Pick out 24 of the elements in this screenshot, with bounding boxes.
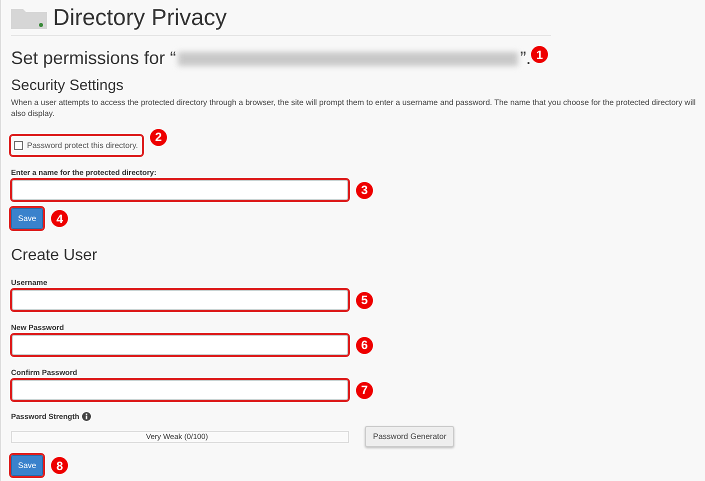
- permissions-heading-end: ”.: [520, 48, 532, 69]
- callout-badge: 1: [531, 46, 548, 63]
- input-field[interactable]: [12, 335, 348, 355]
- input-field[interactable]: [12, 380, 348, 400]
- password-generator-button[interactable]: Password Generator: [365, 426, 454, 447]
- callout-badge: 7: [356, 382, 373, 398]
- callout-badge: 4: [51, 210, 68, 227]
- section-heading: Security Settings: [11, 77, 125, 94]
- callout-badge: 2: [150, 128, 168, 146]
- permissions-heading: Set permissions for “: [11, 48, 176, 69]
- info-icon: [82, 412, 92, 421]
- description-text: When a user attempts to access the protected directory through a browser, the site will prompt them to enter a username and password. The name that you choose for the protected directory will also display.: [11, 97, 696, 119]
- save-button[interactable]: Save: [11, 208, 44, 229]
- section-heading: Create User: [11, 247, 98, 265]
- input-field[interactable]: [12, 180, 348, 200]
- page-title: Directory Privacy: [53, 4, 227, 31]
- callout-badge: 6: [356, 336, 373, 354]
- folder-icon: [11, 6, 47, 28]
- callout-badge: 3: [356, 182, 373, 198]
- callout-badge: 5: [356, 292, 373, 308]
- callout-badge: 8: [51, 457, 68, 474]
- password-protect-checkbox[interactable]: Password protect this directory.: [11, 136, 142, 155]
- input-field[interactable]: [12, 290, 348, 310]
- save-button[interactable]: Save: [11, 455, 44, 476]
